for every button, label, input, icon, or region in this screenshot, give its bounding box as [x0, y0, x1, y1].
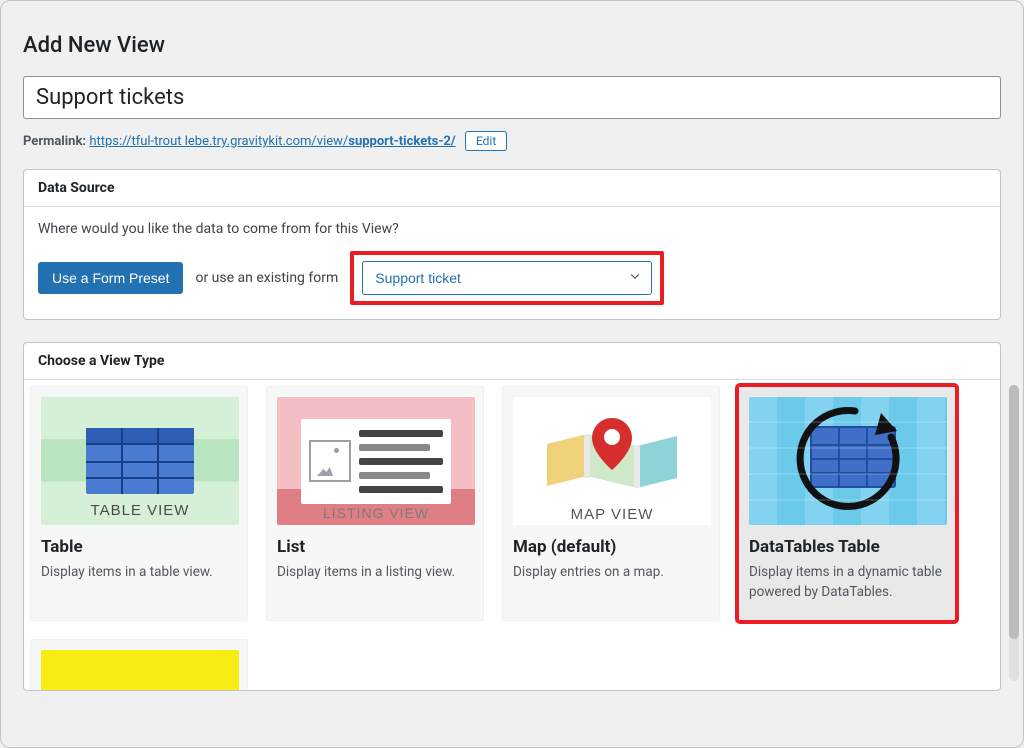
view-type-desc: Display items in a table view. — [41, 563, 237, 583]
view-type-title: DataTables Table — [749, 537, 945, 557]
view-title-input[interactable] — [23, 76, 1001, 119]
thumb-caption: LISTING VIEW — [277, 505, 475, 521]
listing-view-icon: LISTING VIEW — [277, 397, 475, 525]
view-type-title: Table — [41, 537, 237, 557]
permalink-edit-button[interactable]: Edit — [465, 131, 507, 151]
view-type-title: Map (default) — [513, 537, 709, 557]
view-type-desc: Display items in a listing view. — [277, 563, 473, 583]
view-type-card-map[interactable]: MAP VIEW Map (default) Display entries o… — [502, 386, 720, 621]
data-source-question: Where would you like the data to come fr… — [38, 221, 986, 237]
data-source-or-text: or use an existing form — [195, 270, 338, 286]
view-type-scroll[interactable]: TABLE VIEW Table Display items in a tabl… — [24, 380, 1000, 690]
form-select-highlight: Support ticket — [350, 251, 664, 305]
data-source-heading: Data Source — [24, 170, 1000, 207]
permalink-label: Permalink: — [23, 134, 86, 149]
thumb-caption: MAP VIEW — [513, 506, 711, 523]
scrollbar-thumb[interactable] — [1009, 385, 1019, 639]
page-title: Add New View — [23, 33, 1001, 58]
use-form-preset-button[interactable]: Use a Form Preset — [38, 262, 183, 294]
view-type-card-list[interactable]: LISTING VIEW List Display items in a lis… — [266, 386, 484, 621]
view-type-card-table[interactable]: TABLE VIEW Table Display items in a tabl… — [30, 386, 248, 621]
thumb-caption: TABLE VIEW — [41, 502, 239, 519]
scrollbar[interactable] — [1009, 385, 1019, 681]
view-type-title: List — [277, 537, 473, 557]
permalink-row: Permalink: https://tful-trout lebe.try.g… — [23, 131, 1001, 151]
view-type-desc: Display items in a dynamic table powered… — [749, 563, 945, 602]
view-type-heading: Choose a View Type — [24, 343, 1000, 380]
refresh-icon — [800, 410, 897, 506]
datatables-view-icon — [749, 397, 947, 525]
view-type-desc: Display entries on a map. — [513, 563, 709, 583]
table-view-icon: TABLE VIEW — [41, 397, 239, 525]
existing-form-select[interactable]: Support ticket — [362, 261, 652, 295]
view-type-card-diy[interactable]: DIY — [30, 639, 248, 690]
map-view-icon: MAP VIEW — [513, 397, 711, 525]
permalink-base: https://tful-trout lebe.try.gravitykit.c… — [89, 134, 348, 149]
permalink-slug: support-tickets-2/ — [348, 134, 455, 149]
view-type-card-datatables[interactable]: DataTables Table Display items in a dyna… — [738, 386, 956, 621]
view-type-panel: Choose a View Type TABLE V — [23, 342, 1001, 691]
permalink-link[interactable]: https://tful-trout lebe.try.gravitykit.c… — [89, 134, 455, 149]
diy-view-icon: DIY — [41, 650, 239, 690]
data-source-panel: Data Source Where would you like the dat… — [23, 169, 1001, 320]
